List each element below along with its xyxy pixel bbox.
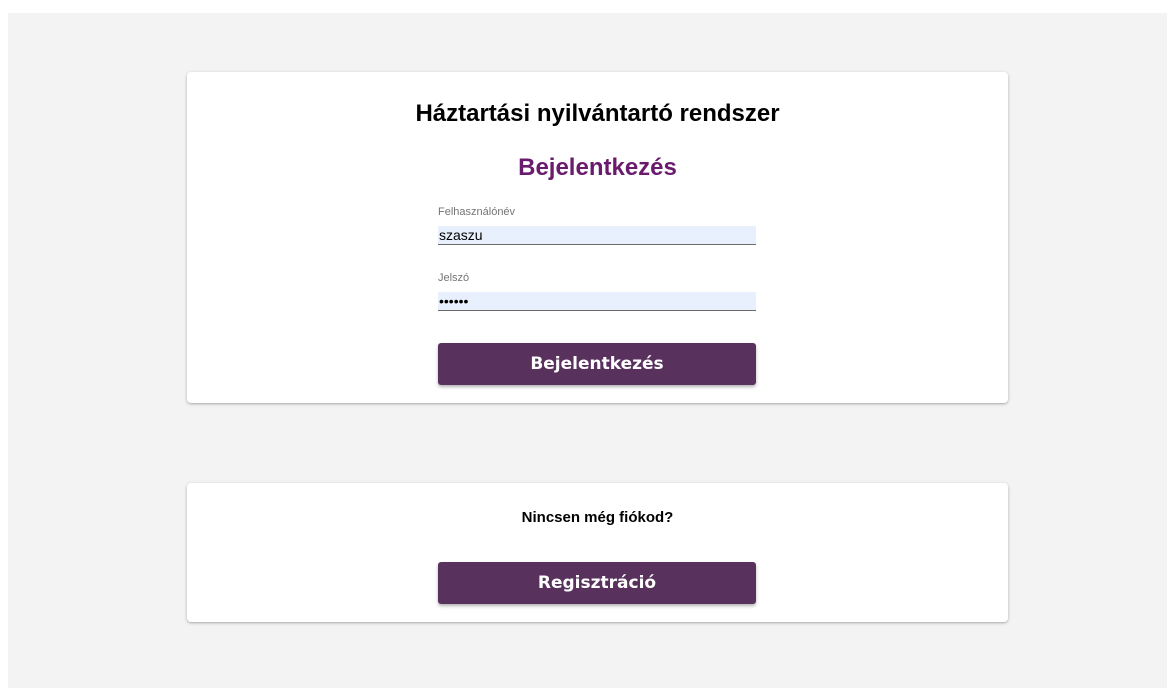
password-input[interactable] bbox=[438, 292, 756, 311]
register-card: Nincsen még fiókod? Regisztráció bbox=[187, 483, 1008, 622]
login-title: Bejelentkezés bbox=[518, 154, 677, 181]
app-title: Háztartási nyilvántartó rendszer bbox=[415, 100, 780, 127]
username-label: Felhasználónév bbox=[438, 206, 516, 218]
page-background: Háztartási nyilvántartó rendszer Bejelen… bbox=[8, 13, 1167, 688]
username-field-group: Felhasználónév bbox=[438, 205, 756, 245]
password-field-group: Jelszó bbox=[438, 271, 756, 311]
register-button[interactable]: Regisztráció bbox=[438, 562, 756, 604]
no-account-text: Nincsen még fiókod? bbox=[521, 509, 674, 526]
login-button[interactable]: Bejelentkezés bbox=[438, 343, 756, 385]
password-label: Jelszó bbox=[438, 272, 470, 284]
username-input[interactable] bbox=[438, 226, 756, 245]
login-card: Háztartási nyilvántartó rendszer Bejelen… bbox=[187, 72, 1008, 403]
